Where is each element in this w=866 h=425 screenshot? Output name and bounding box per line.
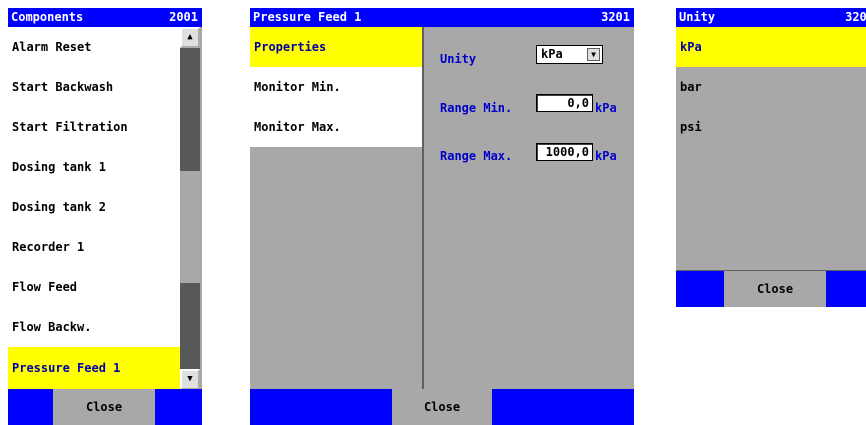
pressure-close-button[interactable]: Close [392, 389, 492, 425]
unity-title: Unity [679, 10, 716, 24]
unity-code: 3202 [845, 10, 866, 24]
arrow-up-icon: ▲ [187, 32, 193, 42]
unity-footer: Close [676, 271, 866, 307]
list-item-recorder-1[interactable]: Recorder 1 [8, 227, 180, 267]
components-close-button[interactable]: Close [53, 389, 155, 425]
scroll-track-lower[interactable] [180, 283, 200, 369]
unity-close-button[interactable]: Close [724, 271, 826, 307]
list-item-alarm-reset[interactable]: Alarm Reset [8, 27, 180, 67]
option-psi[interactable]: psi [676, 107, 866, 147]
pressure-title: Pressure Feed 1 [253, 10, 362, 24]
range-max-field[interactable]: 1000,0 [536, 143, 593, 161]
list-item-dosing-tank-1[interactable]: Dosing tank 1 [8, 147, 180, 187]
components-title: Components [11, 10, 84, 24]
scroll-thumb[interactable] [180, 171, 200, 283]
arrow-down-icon: ▼ [187, 374, 193, 384]
components-scrollbar[interactable]: ▲ ▼ [180, 27, 200, 390]
menu-item-monitor-max[interactable]: Monitor Max. [250, 107, 422, 147]
pressure-footer: Close [250, 389, 634, 425]
scroll-down-button[interactable]: ▼ [180, 369, 200, 390]
pressure-code: 3201 [601, 10, 630, 24]
unity-options: kPa bar psi [676, 27, 866, 271]
range-min-unit: kPa [595, 101, 617, 115]
components-footer: Close [8, 389, 202, 425]
chevron-down-icon[interactable]: ▼ [587, 48, 600, 61]
range-max-unit: kPa [595, 149, 617, 163]
list-item-flow-backw[interactable]: Flow Backw. [8, 307, 180, 347]
menu-item-monitor-min[interactable]: Monitor Min. [250, 67, 422, 107]
unity-select-value: kPa [541, 47, 563, 61]
components-list: Alarm Reset Start Backwash Start Filtrat… [8, 27, 180, 390]
list-item-start-filtration[interactable]: Start Filtration [8, 107, 180, 147]
list-item-dosing-tank-2[interactable]: Dosing tank 2 [8, 187, 180, 227]
range-min-label: Range Min. [440, 101, 513, 115]
unity-window: Unity 3202 kPa bar psi Close [676, 8, 866, 307]
list-item-pressure-feed-1[interactable]: Pressure Feed 1 [8, 347, 180, 390]
properties-content: Unity kPa ▼ Range Min. 0,0 kPa Range Max… [424, 27, 634, 390]
scroll-track-upper[interactable] [180, 48, 200, 171]
pressure-title-bar: Pressure Feed 1 3201 [250, 8, 634, 27]
components-code: 2001 [169, 10, 198, 24]
range-max-label: Range Max. [440, 149, 513, 163]
pressure-menu: Properties Monitor Min. Monitor Max. [250, 27, 422, 390]
range-min-field[interactable]: 0,0 [536, 94, 593, 112]
unity-label: Unity [440, 52, 477, 66]
menu-item-properties[interactable]: Properties [250, 27, 422, 67]
option-bar[interactable]: bar [676, 67, 866, 107]
pressure-feed-window: Pressure Feed 1 3201 Properties Monitor … [250, 8, 634, 425]
option-kpa[interactable]: kPa [676, 27, 866, 67]
unity-select[interactable]: kPa ▼ [536, 45, 603, 64]
components-title-bar: Components 2001 [8, 8, 202, 27]
unity-title-bar: Unity 3202 [676, 8, 866, 27]
list-item-flow-feed[interactable]: Flow Feed [8, 267, 180, 307]
components-window: Components 2001 Alarm Reset Start Backwa… [8, 8, 202, 425]
list-item-start-backwash[interactable]: Start Backwash [8, 67, 180, 107]
scroll-up-button[interactable]: ▲ [180, 27, 200, 48]
